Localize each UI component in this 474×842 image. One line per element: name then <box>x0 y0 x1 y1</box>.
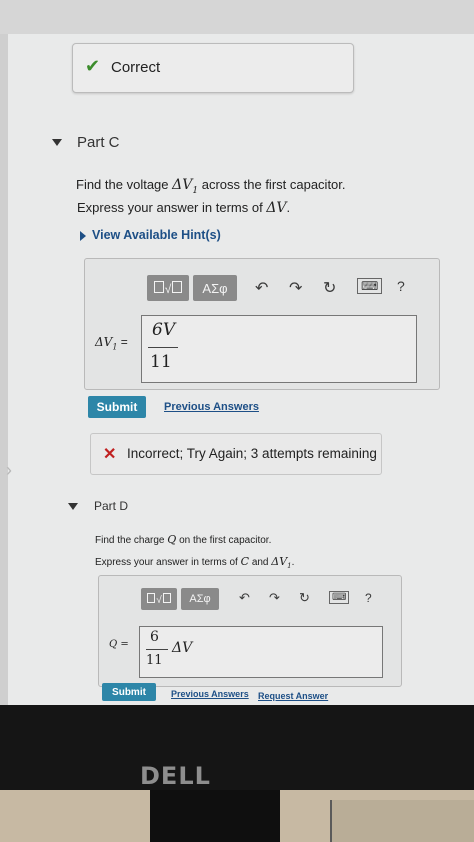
incorrect-feedback-box: ✕ Incorrect; Try Again; 3 attempts remai… <box>90 433 382 475</box>
part-c-express-after: . <box>286 200 291 215</box>
part-c-answer-panel: √ ΑΣφ ↶ ↷ ↻ ⌨ ? ΔV1 = 6V 11 <box>84 258 440 390</box>
part-d-answer-label: Q = <box>109 639 129 650</box>
part-d-request-answer-link[interactable]: Request Answer <box>258 691 328 701</box>
part-c-prompt-var: ΔV <box>172 177 193 193</box>
part-c-express-var: ΔV <box>266 200 287 216</box>
part-c-answer-input[interactable]: 6V 11 <box>141 315 417 383</box>
keyboard-icon[interactable]: ⌨ <box>357 278 383 294</box>
monitor-bezel <box>0 705 474 795</box>
part-d-answer-input[interactable]: 6 11 ΔV <box>139 626 383 678</box>
part-c-prompt-sub: 1 <box>192 185 199 196</box>
part-c-help-button[interactable]: ? <box>397 278 405 294</box>
part-c-express-before: Express your answer in terms of <box>77 200 263 215</box>
view-hints-link[interactable]: View Available Hint(s) <box>92 228 221 242</box>
undo-icon[interactable]: ↶ <box>255 278 268 298</box>
desk-object <box>330 800 474 842</box>
part-c-prompt-after: across the first capacitor. <box>201 177 346 192</box>
part-c-express: Express your answer in terms of ΔV. <box>77 200 290 216</box>
reset-icon[interactable]: ↻ <box>323 278 336 298</box>
undo-icon[interactable]: ↶ <box>239 590 250 606</box>
part-d-fraction-tail: ΔV <box>172 640 193 656</box>
part-d-fraction-numerator: 6 <box>150 629 159 645</box>
previous-chevron-icon[interactable]: › <box>6 460 12 481</box>
part-c-prompt: Find the voltage ΔV1 across the first ca… <box>76 177 346 196</box>
part-c-collapse-caret-icon[interactable] <box>52 139 62 146</box>
math-templates-icon: √ <box>146 592 172 606</box>
redo-icon[interactable]: ↷ <box>269 590 280 606</box>
part-c-symbols-button[interactable]: ΑΣφ <box>193 275 237 301</box>
part-d-symbols-button[interactable]: ΑΣφ <box>181 588 219 610</box>
part-d-prompt: Find the charge Q on the first capacitor… <box>95 533 272 546</box>
browser-top-bar <box>0 0 474 35</box>
reset-icon[interactable]: ↻ <box>299 590 310 606</box>
part-c-fraction-numerator: 6V <box>152 320 176 340</box>
x-icon: ✕ <box>103 446 117 463</box>
part-c-submit-button[interactable]: Submit <box>88 396 146 418</box>
part-d-express: Express your answer in terms of C and ΔV… <box>95 555 295 570</box>
math-templates-icon: √ <box>153 280 184 296</box>
part-d-fraction-denominator: 11 <box>146 653 163 668</box>
part-c-templates-button[interactable]: √ <box>147 275 189 301</box>
part-c-prompt-before: Find the voltage <box>76 177 169 192</box>
part-d-title[interactable]: Part D <box>94 499 128 513</box>
part-c-answer-label: ΔV1 = <box>95 335 128 352</box>
part-d-submit-button[interactable]: Submit <box>102 683 156 701</box>
redo-icon[interactable]: ↷ <box>289 278 302 298</box>
part-d-fraction-bar <box>146 649 168 650</box>
part-d-collapse-caret-icon[interactable] <box>68 503 78 510</box>
part-d-help-button[interactable]: ? <box>365 591 372 605</box>
part-d-previous-answers-link[interactable]: Previous Answers <box>171 689 249 699</box>
part-d-templates-button[interactable]: √ <box>141 588 177 610</box>
hint-expand-icon[interactable] <box>80 231 86 241</box>
checkmark-icon: ✔ <box>85 56 101 76</box>
monitor-screen: ✔ Correct Part C Find the voltage ΔV1 ac… <box>0 0 474 712</box>
part-c-title[interactable]: Part C <box>77 134 120 151</box>
monitor-brand-logo: DELL <box>140 762 211 790</box>
part-c-fraction-bar <box>148 347 178 348</box>
incorrect-label: Incorrect; Try Again; 3 attempts remaini… <box>127 446 377 461</box>
part-d-answer-panel: √ ΑΣφ ↶ ↷ ↻ ⌨ ? Q = 6 11 ΔV <box>98 575 402 687</box>
correct-feedback-box: ✔ Correct <box>72 43 354 93</box>
monitor-stand <box>150 790 280 842</box>
correct-label: Correct <box>111 59 161 76</box>
part-c-previous-answers-link[interactable]: Previous Answers <box>164 401 259 413</box>
keyboard-icon[interactable]: ⌨ <box>329 591 350 604</box>
part-c-fraction-denominator: 11 <box>150 352 172 372</box>
